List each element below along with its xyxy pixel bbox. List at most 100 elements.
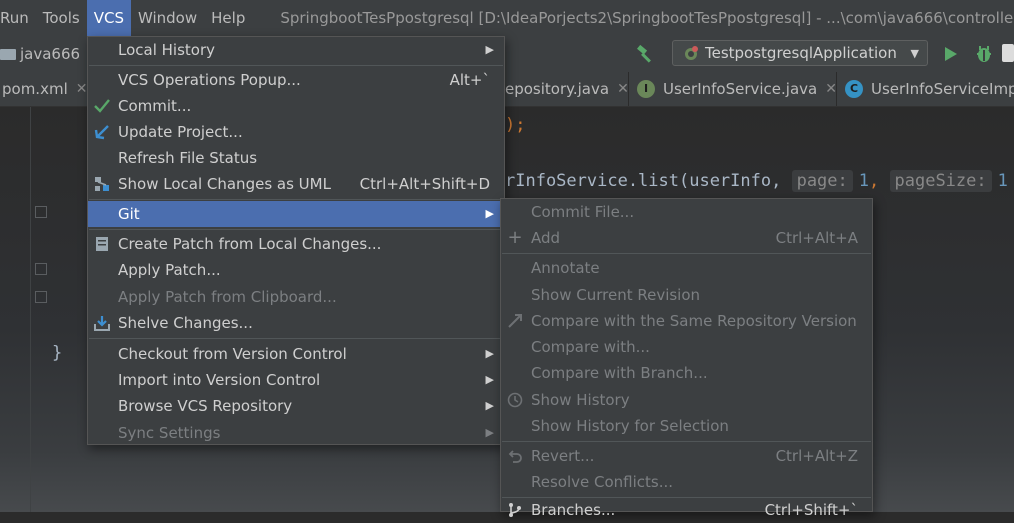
- tab-repository[interactable]: epository.java ✕: [505, 72, 629, 106]
- code-number: 1: [997, 171, 1008, 191]
- menu-item-shortcut: Alt+`: [449, 71, 490, 89]
- fold-marker-icon[interactable]: [35, 263, 47, 275]
- tab-label: pom.xml: [2, 80, 68, 98]
- menu-item-shortcut: Ctrl+Alt+Z: [775, 447, 858, 465]
- menu-item-label: Local History: [118, 41, 216, 59]
- menu-window[interactable]: Window: [131, 0, 204, 36]
- menu-item-apply-patch[interactable]: Apply Patch...: [88, 257, 504, 283]
- menu-vcs[interactable]: VCS: [86, 0, 131, 36]
- menu-item-label: Compare with...: [531, 338, 650, 356]
- menu-item-branches[interactable]: Branches... Ctrl+Shift+`: [501, 497, 872, 523]
- tab-pom-xml[interactable]: pom.xml ✕: [2, 72, 87, 106]
- menu-item-label: Revert...: [531, 447, 595, 465]
- run-icon[interactable]: [944, 46, 958, 62]
- menu-item-show-local-changes-uml[interactable]: Show Local Changes as UML Ctrl+Alt+Shift…: [88, 171, 504, 197]
- menu-item-label: Annotate: [531, 259, 600, 277]
- menu-item-label: Git: [118, 205, 140, 223]
- menu-item-resolve-conflicts[interactable]: Resolve Conflicts...: [501, 469, 872, 495]
- code-call: rInfoService.list(userInfo,: [505, 171, 792, 191]
- tab-userinfoserviceimpl[interactable]: C UserInfoServiceImpl: [836, 72, 1014, 106]
- menu-separator: [502, 441, 871, 442]
- menu-item-label: Show Current Revision: [531, 286, 701, 304]
- code-number: 1: [858, 171, 870, 191]
- menu-item-add[interactable]: + Add Ctrl+Alt+A: [501, 225, 872, 251]
- menu-item-revert[interactable]: Revert... Ctrl+Alt+Z: [501, 443, 872, 469]
- run-configuration-label: TestpostgresqlApplication: [705, 44, 897, 62]
- tab-userinfoservice[interactable]: I UserInfoService.java ✕: [628, 72, 837, 106]
- class-icon: C: [845, 80, 863, 98]
- menu-item-refresh-file-status[interactable]: Refresh File Status: [88, 145, 504, 171]
- menu-tools[interactable]: Tools: [36, 0, 87, 36]
- menu-item-vcs-operations-popup[interactable]: VCS Operations Popup... Alt+`: [88, 67, 504, 93]
- menu-item-browse-repository[interactable]: Browse VCS Repository ▶: [88, 393, 504, 419]
- menu-item-import[interactable]: Import into Version Control ▶: [88, 367, 504, 393]
- breadcrumb[interactable]: java666: [0, 36, 80, 72]
- menu-item-shortcut: Ctrl+Alt+Shift+D: [359, 175, 490, 193]
- menu-item-label: Import into Version Control: [118, 371, 321, 389]
- menu-item-label: Checkout from Version Control: [118, 345, 347, 363]
- menu-item-git[interactable]: Git ▶: [88, 201, 504, 227]
- chevron-down-icon: ▼: [910, 46, 919, 60]
- menu-item-update-project[interactable]: Update Project...: [88, 119, 504, 145]
- vcs-menu: Local History ▶ VCS Operations Popup... …: [87, 36, 505, 445]
- param-hint: page:: [791, 170, 853, 192]
- menu-item-label: Branches...: [531, 501, 616, 519]
- submenu-arrow-icon: ▶: [485, 426, 494, 439]
- menu-separator: [502, 253, 871, 254]
- menu-run[interactable]: Run: [0, 0, 36, 36]
- menu-item-apply-patch-clipboard[interactable]: Apply Patch from Clipboard...: [88, 284, 504, 310]
- debug-icon[interactable]: [974, 44, 994, 64]
- menu-separator: [89, 338, 503, 339]
- update-arrow-icon: [94, 124, 110, 140]
- tab-label: UserInfoServiceImpl: [871, 80, 1014, 98]
- window-title: SpringbootTesPpostgresql [D:\IdeaPorject…: [280, 9, 1014, 27]
- menu-bar: Run Tools VCS Window Help SpringbootTesP…: [0, 0, 1014, 36]
- menu-item-label: Commit...: [118, 97, 192, 115]
- build-hammer-icon[interactable]: [636, 44, 656, 64]
- menu-item-commit[interactable]: Commit...: [88, 93, 504, 119]
- menu-item-show-history-selection[interactable]: Show History for Selection: [501, 413, 872, 439]
- shelve-icon: [94, 315, 110, 331]
- clock-icon: [507, 392, 523, 408]
- menu-item-label: Sync Settings: [118, 424, 221, 442]
- tab-label: epository.java: [505, 80, 610, 98]
- menu-item-sync-settings[interactable]: Sync Settings ▶: [88, 420, 504, 446]
- param-hint: pageSize:: [889, 170, 992, 192]
- submenu-arrow-icon: ▶: [485, 399, 494, 412]
- menu-help[interactable]: Help: [204, 0, 252, 36]
- menu-item-create-patch[interactable]: Create Patch from Local Changes...: [88, 231, 504, 257]
- compare-icon: [507, 313, 523, 329]
- branch-icon: [507, 502, 523, 518]
- menu-item-checkout[interactable]: Checkout from Version Control ▶: [88, 341, 504, 367]
- menu-item-local-history[interactable]: Local History ▶: [88, 37, 504, 63]
- menu-item-label: Commit File...: [531, 203, 635, 221]
- menu-item-compare-with-branch[interactable]: Compare with Branch...: [501, 360, 872, 386]
- toolbar-overflow-icon[interactable]: [1002, 44, 1014, 62]
- spring-app-icon: [685, 46, 698, 60]
- menu-item-compare-same-version[interactable]: Compare with the Same Repository Version: [501, 308, 872, 334]
- fold-marker-icon[interactable]: [35, 206, 47, 218]
- menu-item-show-current-revision[interactable]: Show Current Revision: [501, 282, 872, 308]
- menu-item-annotate[interactable]: Annotate: [501, 255, 872, 281]
- gutter: [30, 107, 31, 512]
- fold-marker-icon[interactable]: [35, 291, 47, 303]
- menu-item-label: Shelve Changes...: [118, 314, 253, 332]
- run-configuration-select[interactable]: TestpostgresqlApplication ▼: [672, 40, 928, 66]
- menu-item-shortcut: Ctrl+Shift+`: [764, 501, 858, 519]
- patch-icon: [94, 236, 110, 252]
- menu-item-label: Resolve Conflicts...: [531, 473, 674, 491]
- menu-item-label: Browse VCS Repository: [118, 397, 293, 415]
- breadcrumb-label: java666: [20, 45, 81, 63]
- interface-icon: I: [637, 80, 655, 98]
- menu-item-compare-with[interactable]: Compare with...: [501, 334, 872, 360]
- close-icon[interactable]: ✕: [76, 72, 88, 106]
- check-icon: [94, 98, 110, 114]
- menu-item-shelve-changes[interactable]: Shelve Changes...: [88, 310, 504, 336]
- submenu-arrow-icon: ▶: [485, 347, 494, 360]
- menu-item-show-history[interactable]: Show History: [501, 387, 872, 413]
- uml-icon: [94, 176, 110, 192]
- menu-item-commit-file[interactable]: Commit File...: [501, 199, 872, 225]
- plus-icon: +: [507, 227, 523, 248]
- menu-item-shortcut: Ctrl+Alt+A: [775, 229, 858, 247]
- tab-label: UserInfoService.java: [663, 80, 818, 98]
